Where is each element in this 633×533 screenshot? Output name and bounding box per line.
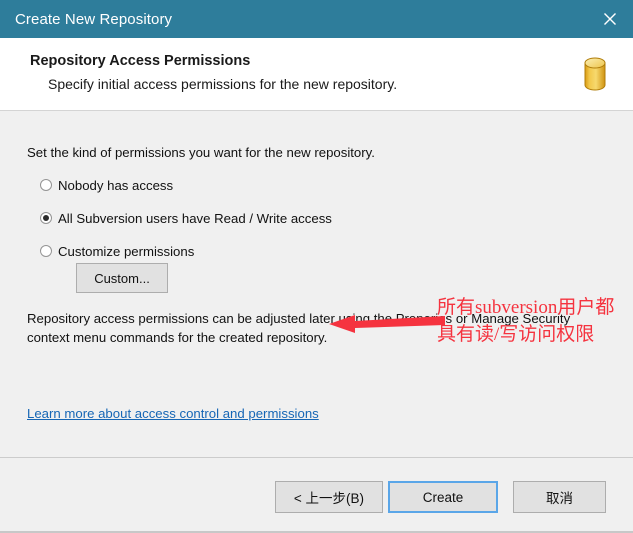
- learn-more-link[interactable]: Learn more about access control and perm…: [27, 406, 319, 421]
- radio-customize-permissions[interactable]: Customize permissions: [40, 242, 194, 260]
- window-title: Create New Repository: [15, 10, 173, 28]
- create-new-repository-dialog: Create New Repository Repository Access …: [0, 0, 633, 533]
- page-subtitle: Specify initial access permissions for t…: [48, 76, 398, 92]
- radio-label: All Subversion users have Read / Write a…: [58, 210, 332, 226]
- create-button[interactable]: Create: [388, 481, 498, 513]
- radio-mark-icon: [40, 245, 52, 257]
- dialog-body: Set the kind of permissions you want for…: [0, 111, 633, 457]
- note-text: Repository access permissions can be adj…: [27, 311, 571, 345]
- custom-button[interactable]: Custom...: [76, 263, 168, 293]
- dialog-footer: < 上一步(B) Create 取消: [0, 457, 633, 531]
- repository-database-icon: [573, 52, 617, 96]
- radio-label: Nobody has access: [58, 177, 174, 193]
- radio-mark-icon: [40, 179, 52, 191]
- intro-text: Set the kind of permissions you want for…: [27, 145, 375, 160]
- back-button[interactable]: < 上一步(B): [275, 481, 383, 513]
- radio-all-subversion-users-read-write[interactable]: All Subversion users have Read / Write a…: [40, 209, 332, 227]
- cancel-button[interactable]: 取消: [513, 481, 606, 513]
- radio-nobody-has-access[interactable]: Nobody has access: [40, 176, 173, 194]
- radio-label: Customize permissions: [58, 243, 195, 259]
- radio-mark-icon: [40, 212, 52, 224]
- title-bar: Create New Repository: [0, 0, 633, 38]
- close-icon[interactable]: [587, 0, 633, 38]
- page-title: Repository Access Permissions: [30, 53, 251, 69]
- dialog-header: Repository Access Permissions Specify in…: [0, 38, 633, 111]
